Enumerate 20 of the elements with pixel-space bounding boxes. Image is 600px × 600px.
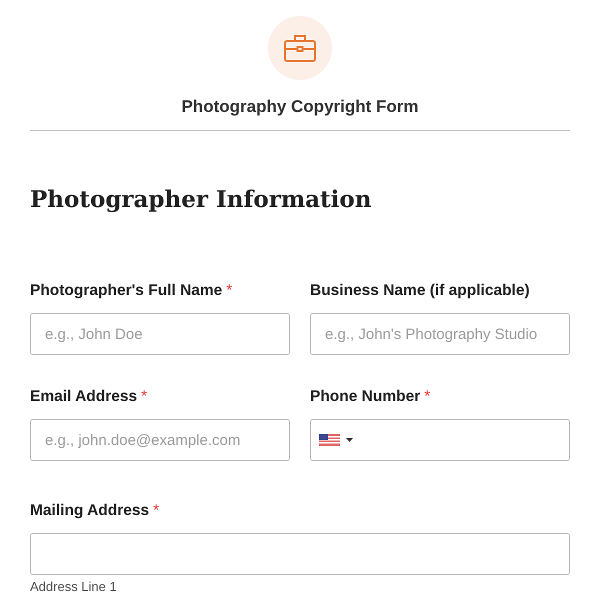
required-mark: * <box>153 501 160 521</box>
field-label: Email Address <box>30 387 138 407</box>
field-label: Photographer's Full Name <box>30 281 222 301</box>
input-field[interactable]: e.g., John's Photography Studio <box>310 313 570 355</box>
field-label: Phone Number <box>310 387 420 407</box>
flag-icon[interactable] <box>319 434 340 446</box>
caret-icon[interactable] <box>346 438 353 442</box>
briefcase-icon <box>284 34 316 62</box>
form-title: Photography Copyright Form <box>181 96 419 118</box>
field-sublabel: Address Line 1 <box>30 579 118 595</box>
required-mark: * <box>424 387 430 407</box>
required-mark: * <box>226 281 232 301</box>
input-field[interactable]: e.g., john.doe@example.com <box>30 419 290 461</box>
field-label: Business Name (if applicable) <box>310 281 530 301</box>
phone-field[interactable] <box>310 419 570 461</box>
input-field[interactable] <box>30 533 570 575</box>
required-mark: * <box>141 387 148 407</box>
input-field[interactable]: e.g., John Doe <box>30 313 290 355</box>
field-label: Mailing Address <box>30 501 150 521</box>
section-heading: Photographer Information <box>30 184 372 214</box>
